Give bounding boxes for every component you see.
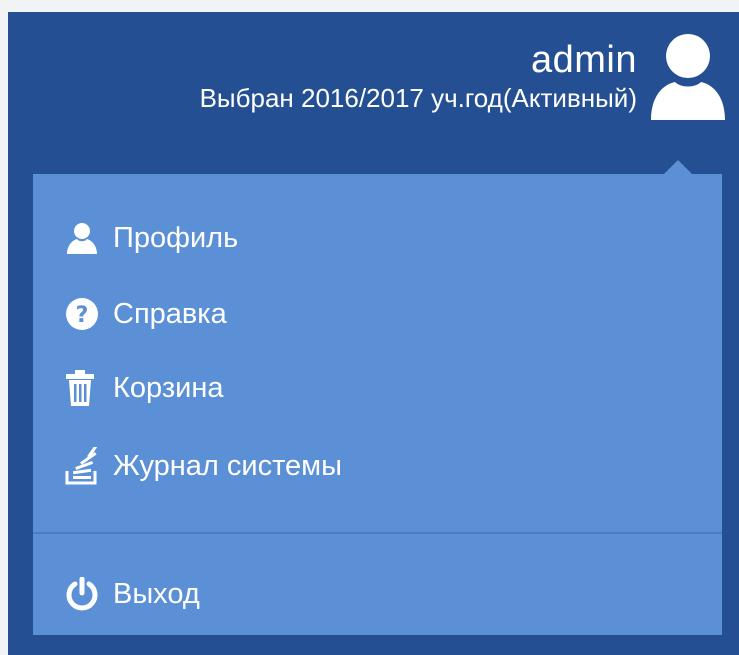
user-dropdown-menu: Профиль ? Справка Корзина Журнал системы…: [33, 160, 722, 635]
user-info: admin Выбран 2016/2017 уч.год(Активный): [200, 38, 637, 114]
menu-item-label: Справка: [113, 297, 227, 330]
user-header[interactable]: admin Выбран 2016/2017 уч.год(Активный): [200, 30, 729, 140]
question-circle-icon: ?: [65, 294, 107, 334]
menu-item-label: Корзина: [113, 371, 224, 404]
menu-divider: [33, 532, 722, 534]
menu-item-system-log[interactable]: Журнал системы: [65, 444, 342, 488]
dropdown-caret: [664, 160, 692, 174]
trash-icon: [65, 368, 107, 408]
user-panel: admin Выбран 2016/2017 уч.год(Активный) …: [8, 12, 739, 655]
menu-item-trash[interactable]: Корзина: [65, 366, 223, 410]
menu-item-help[interactable]: ? Справка: [65, 292, 227, 336]
username-label: admin: [531, 39, 637, 81]
menu-item-profile[interactable]: Профиль: [65, 216, 238, 260]
user-avatar-icon[interactable]: [647, 32, 729, 124]
user-icon: [65, 218, 107, 258]
menu-item-label: Выход: [113, 577, 200, 610]
stack-log-icon: [65, 446, 107, 486]
svg-text:?: ?: [76, 303, 89, 328]
menu-item-label: Журнал системы: [113, 449, 342, 482]
menu-item-logout[interactable]: Выход: [65, 572, 200, 616]
power-icon: [65, 574, 107, 614]
menu-item-label: Профиль: [113, 221, 239, 254]
academic-year-status: Выбран 2016/2017 уч.год(Активный): [199, 83, 637, 113]
